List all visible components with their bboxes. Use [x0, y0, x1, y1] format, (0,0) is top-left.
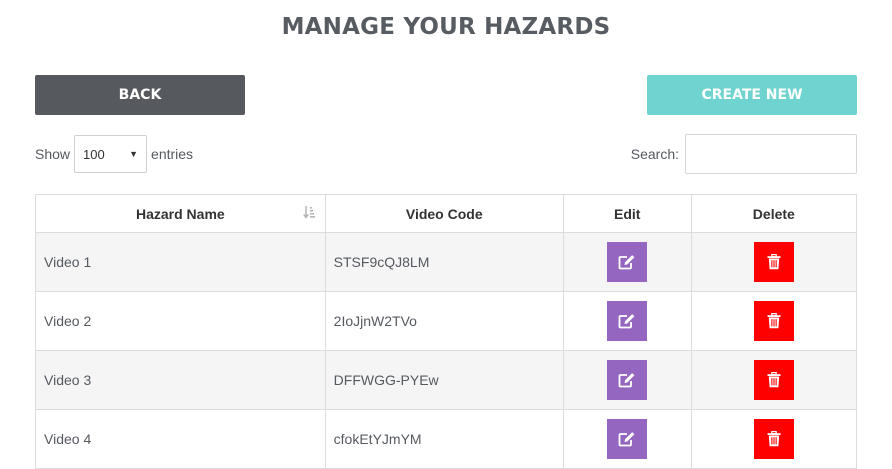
- show-label: Show: [35, 146, 71, 162]
- edit-icon: [618, 373, 635, 388]
- trash-icon: [767, 372, 781, 388]
- edit-icon: [618, 255, 635, 270]
- delete-button[interactable]: [753, 419, 794, 459]
- video-code-cell: cfokEtYJmYM: [324, 409, 564, 469]
- hazard-name-cell: Video 3: [35, 350, 326, 410]
- page-title: MANAGE YOUR HAZARDS: [281, 14, 611, 40]
- table-header-row: Hazard Name Video Code Edit Delete: [35, 194, 858, 233]
- video-code-cell: STSF9cQJ8LM: [324, 232, 564, 292]
- column-header-hazard-name[interactable]: Hazard Name: [35, 194, 326, 233]
- entries-select-value: 100: [83, 146, 105, 162]
- create-new-button[interactable]: CREATE NEW: [647, 75, 857, 115]
- video-code-cell: 2IoJjnW2TVo: [324, 291, 564, 351]
- trash-icon: [767, 431, 781, 447]
- delete-button[interactable]: [753, 360, 794, 400]
- delete-button[interactable]: [753, 242, 794, 282]
- delete-cell: [690, 291, 858, 351]
- delete-cell: [690, 409, 858, 469]
- column-header-edit[interactable]: Edit: [562, 194, 692, 233]
- delete-cell: [690, 232, 858, 292]
- trash-icon: [767, 313, 781, 329]
- table-row: Video 2 2IoJjnW2TVo: [35, 291, 858, 351]
- table-row: Video 1 STSF9cQJ8LM: [35, 232, 858, 292]
- entries-length-control: Show 100 ▼ entries: [35, 134, 193, 174]
- video-code-cell: DFFWGG-PYEw: [324, 350, 564, 410]
- delete-button[interactable]: [753, 301, 794, 341]
- edit-button[interactable]: [607, 360, 648, 400]
- edit-cell: [562, 409, 692, 469]
- delete-cell: [690, 350, 858, 410]
- entries-select[interactable]: 100 ▼: [74, 135, 148, 173]
- edit-cell: [562, 350, 692, 410]
- hazard-name-cell: Video 4: [35, 409, 326, 469]
- hazard-name-cell: Video 2: [35, 291, 326, 351]
- column-header-video-code[interactable]: Video Code: [324, 194, 564, 233]
- search-control: Search:: [631, 134, 857, 174]
- hazards-table: Hazard Name Video Code Edit Delete Video…: [35, 194, 858, 469]
- edit-icon: [618, 314, 635, 329]
- entries-label: entries: [151, 146, 194, 162]
- column-header-delete[interactable]: Delete: [690, 194, 858, 233]
- hazard-name-cell: Video 1: [35, 232, 326, 292]
- search-input[interactable]: [685, 134, 857, 174]
- edit-button[interactable]: [607, 242, 648, 282]
- edit-cell: [562, 232, 692, 292]
- back-button[interactable]: BACK: [35, 75, 245, 115]
- trash-icon: [767, 254, 781, 270]
- chevron-down-icon: ▼: [129, 149, 139, 159]
- table-row: Video 3 DFFWGG-PYEw: [35, 350, 858, 410]
- sort-amount-icon[interactable]: [302, 205, 315, 219]
- edit-button[interactable]: [607, 301, 648, 341]
- edit-icon: [618, 432, 635, 447]
- search-label: Search:: [630, 146, 679, 162]
- edit-cell: [562, 291, 692, 351]
- table-row: Video 4 cfokEtYJmYM: [35, 409, 858, 469]
- edit-button[interactable]: [607, 419, 648, 459]
